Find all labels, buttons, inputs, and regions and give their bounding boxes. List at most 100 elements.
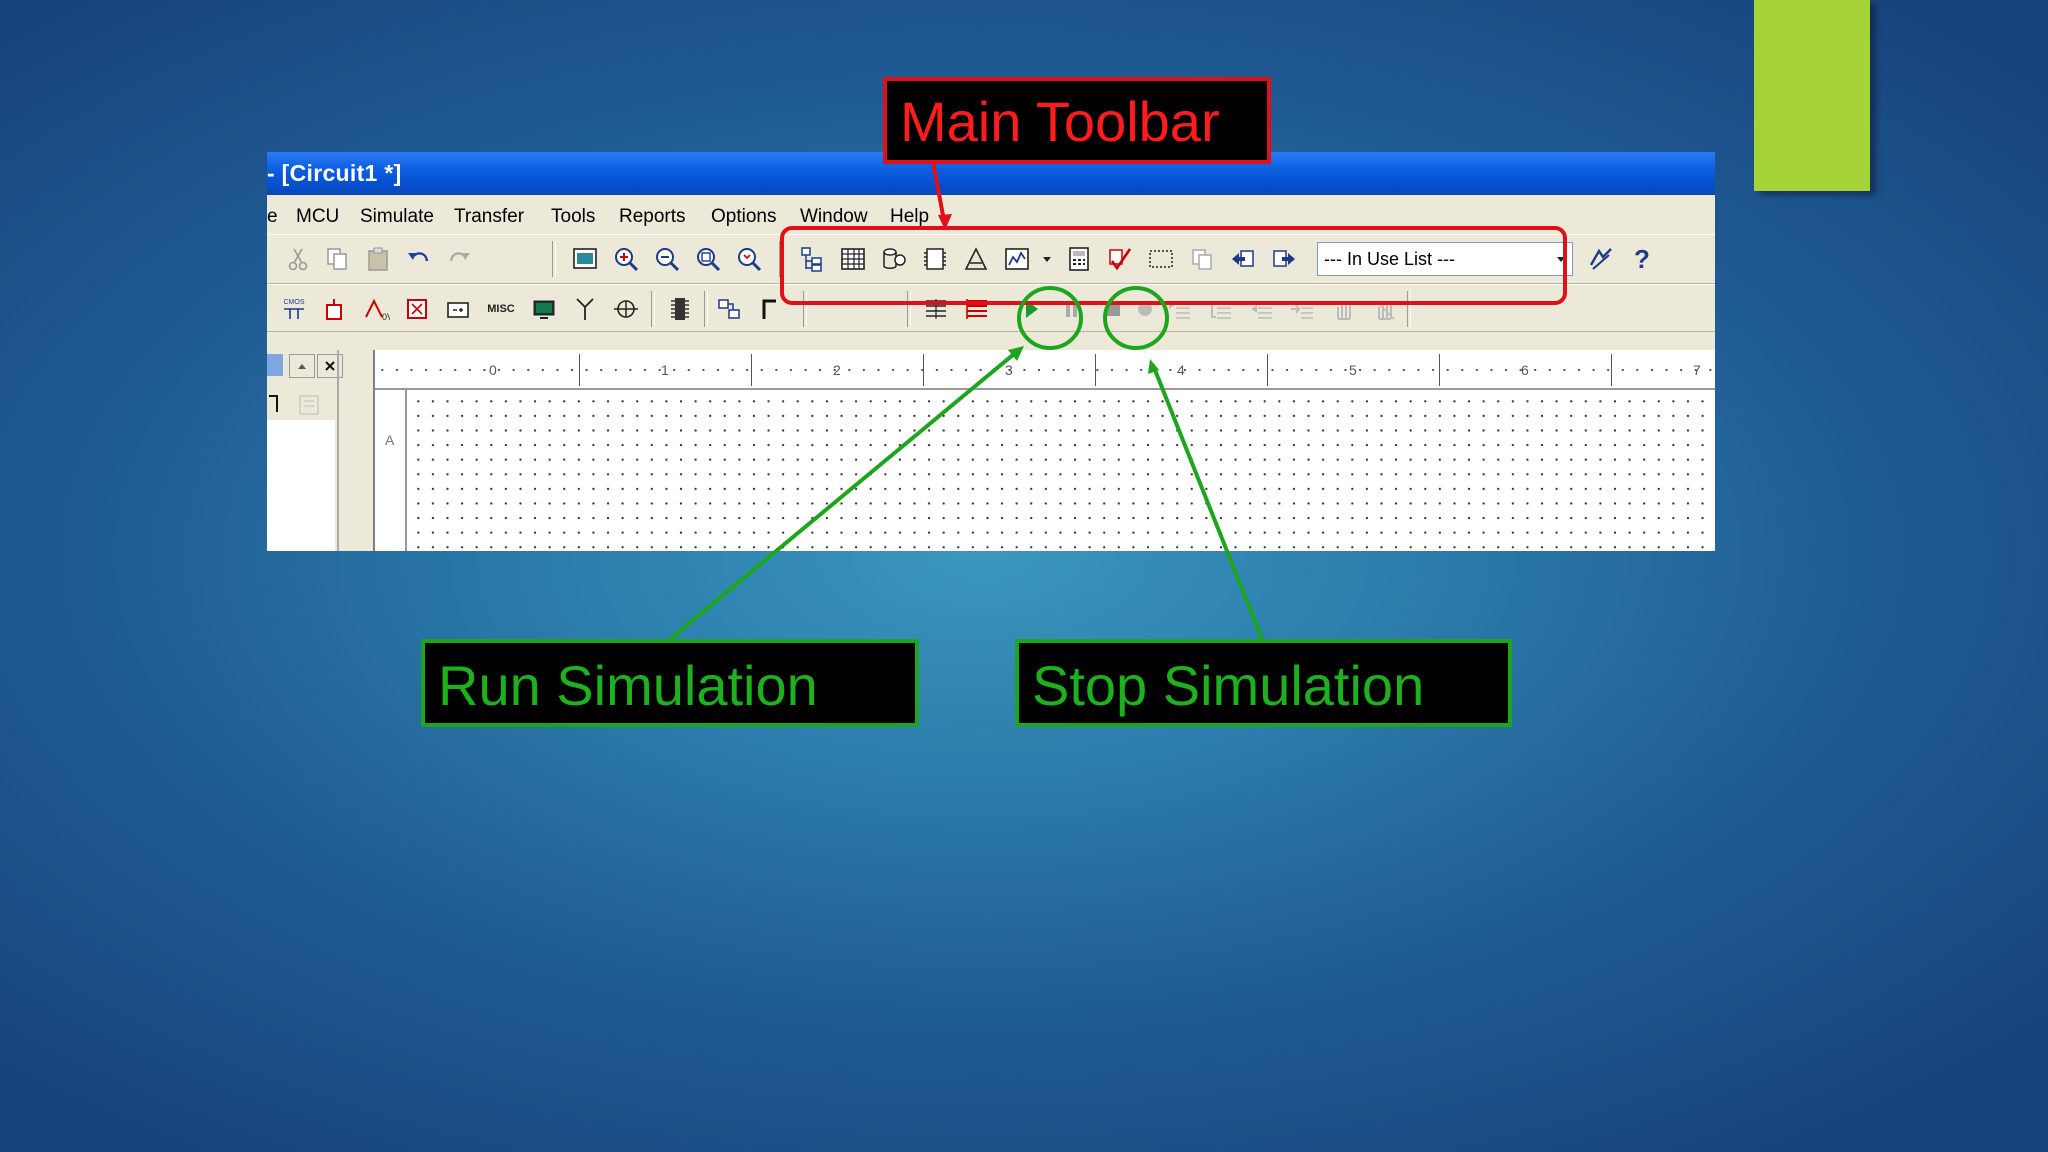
menu-tools[interactable]: Tools — [551, 206, 595, 228]
toggle-breakpoint-button[interactable] — [1329, 294, 1359, 324]
go-to-parent-button[interactable] — [1187, 244, 1217, 274]
panel-sheet-button[interactable] — [297, 394, 323, 416]
clipboard-icon — [368, 247, 388, 271]
step-into-button[interactable] — [1165, 294, 1195, 324]
place-power-button[interactable] — [320, 294, 350, 324]
hierarchical-block-icon — [718, 299, 740, 319]
component-editor-button[interactable] — [920, 244, 950, 274]
place-misc-button[interactable]: MISC — [483, 294, 519, 324]
menu-help[interactable]: Help — [890, 206, 929, 228]
step-over-icon — [1211, 301, 1231, 319]
panel-scroll-button[interactable] — [289, 354, 315, 378]
place-rf-button[interactable] — [570, 294, 600, 324]
ruler-tick-mark — [1611, 354, 1612, 386]
menu-window[interactable]: Window — [800, 206, 868, 228]
check-icon — [1109, 248, 1132, 271]
zoom-in-button[interactable] — [611, 244, 641, 274]
stop-simulation-button[interactable] — [1098, 294, 1128, 324]
components-toolbar-row: CMOS 0V MISC — [267, 284, 1715, 332]
panel-tree-icon[interactable] — [267, 394, 281, 414]
toolbar-separator — [552, 241, 556, 277]
menu-file[interactable]: e — [267, 206, 278, 228]
place-bus-button[interactable] — [755, 294, 785, 324]
in-use-list-dropdown[interactable]: --- In Use List --- — [1317, 242, 1573, 276]
menu-options[interactable]: Options — [711, 206, 776, 228]
copy-button[interactable] — [322, 244, 352, 274]
analysis-button[interactable] — [1064, 244, 1094, 274]
capture-icon — [1149, 250, 1173, 268]
zoom-out-button[interactable] — [652, 244, 682, 274]
zoom-fit-button[interactable] — [734, 244, 764, 274]
database-icon — [883, 248, 906, 269]
scissors-icon — [288, 248, 308, 271]
redo-button[interactable] — [445, 244, 475, 274]
run-to-cursor-button[interactable] — [1288, 294, 1318, 324]
indicator-icon — [407, 299, 427, 319]
schematic-workspace[interactable]: 0 1 2 3 4 5 6 7 A — [373, 350, 1715, 551]
place-advanced-button[interactable] — [529, 294, 559, 324]
run-simulation-button[interactable] — [1016, 294, 1046, 324]
chevron-down-icon[interactable] — [1550, 243, 1572, 275]
battery-icon — [447, 302, 469, 318]
cut-button[interactable] — [283, 244, 313, 274]
menu-transfer[interactable]: Transfer — [454, 206, 524, 228]
instruments-list-button[interactable] — [921, 294, 951, 324]
help-button[interactable]: ? — [1627, 244, 1657, 274]
panel-border — [337, 350, 339, 551]
component-icon — [924, 248, 946, 270]
back-annotate-button[interactable] — [1228, 244, 1258, 274]
place-indicator-button[interactable] — [402, 294, 432, 324]
spreadsheet-view-button[interactable] — [838, 244, 868, 274]
schematic-grid[interactable] — [407, 390, 1715, 551]
grapher-dropdown[interactable] — [1040, 244, 1054, 274]
svg-text:?: ? — [1634, 245, 1650, 273]
chevron-up-icon — [298, 364, 306, 369]
paste-button[interactable] — [363, 244, 393, 274]
remove-breakpoints-button[interactable] — [1370, 294, 1400, 324]
zoom-area-button[interactable] — [693, 244, 723, 274]
place-mixed-button[interactable]: 0V — [361, 294, 391, 324]
database-manager-button[interactable] — [879, 244, 909, 274]
in-use-list-button[interactable] — [962, 294, 992, 324]
graph-icon — [1005, 248, 1029, 270]
toolbar-separator — [651, 291, 655, 327]
panel-tab[interactable] — [267, 354, 283, 376]
design-tree[interactable] — [267, 420, 335, 551]
toolbar-separator — [704, 291, 708, 327]
capture-area-button[interactable] — [1146, 244, 1176, 274]
place-electromechanical-button[interactable] — [611, 294, 641, 324]
design-toolbox-panel — [267, 350, 343, 551]
vertical-ruler: A — [375, 390, 407, 551]
place-mcu-button[interactable] — [665, 294, 695, 324]
undo-button[interactable] — [403, 244, 433, 274]
pause-simulation-button[interactable] — [1057, 294, 1087, 324]
horizontal-ruler: 0 1 2 3 4 5 6 7 — [375, 350, 1715, 390]
grid-icon — [841, 248, 865, 270]
sheet-icon — [299, 395, 319, 415]
menu-reports[interactable]: Reports — [619, 206, 686, 228]
step-out-button[interactable] — [1247, 294, 1277, 324]
postprocessor-button[interactable] — [961, 244, 991, 274]
panel-close-button[interactable] — [317, 354, 343, 378]
run-to-cursor-icon — [1291, 302, 1313, 319]
pause-icon — [1066, 301, 1077, 317]
forward-annotate-button[interactable] — [1269, 244, 1299, 274]
chevron-down-icon — [1043, 257, 1051, 262]
place-cmos-button[interactable]: CMOS — [279, 294, 309, 324]
place-hierarchical-block-button[interactable] — [714, 294, 744, 324]
breakpoint-button[interactable] — [1133, 294, 1157, 324]
step-over-button[interactable] — [1206, 294, 1236, 324]
design-toolbox-button[interactable] — [797, 244, 827, 274]
bus-icon — [762, 299, 776, 319]
menu-simulate[interactable]: Simulate — [360, 206, 434, 228]
list-icon — [926, 299, 946, 319]
grapher-button[interactable] — [1002, 244, 1032, 274]
main-toolbar-callout-text: Main Toolbar — [900, 90, 1220, 153]
place-power-source-button[interactable] — [443, 294, 473, 324]
menu-mcu[interactable]: MCU — [296, 206, 339, 228]
ultiboard-button[interactable] — [1586, 244, 1616, 274]
copy-icon — [327, 248, 347, 270]
window-title: - [Circuit1 *] — [267, 160, 402, 186]
full-screen-button[interactable] — [570, 244, 600, 274]
erc-button[interactable] — [1105, 244, 1135, 274]
